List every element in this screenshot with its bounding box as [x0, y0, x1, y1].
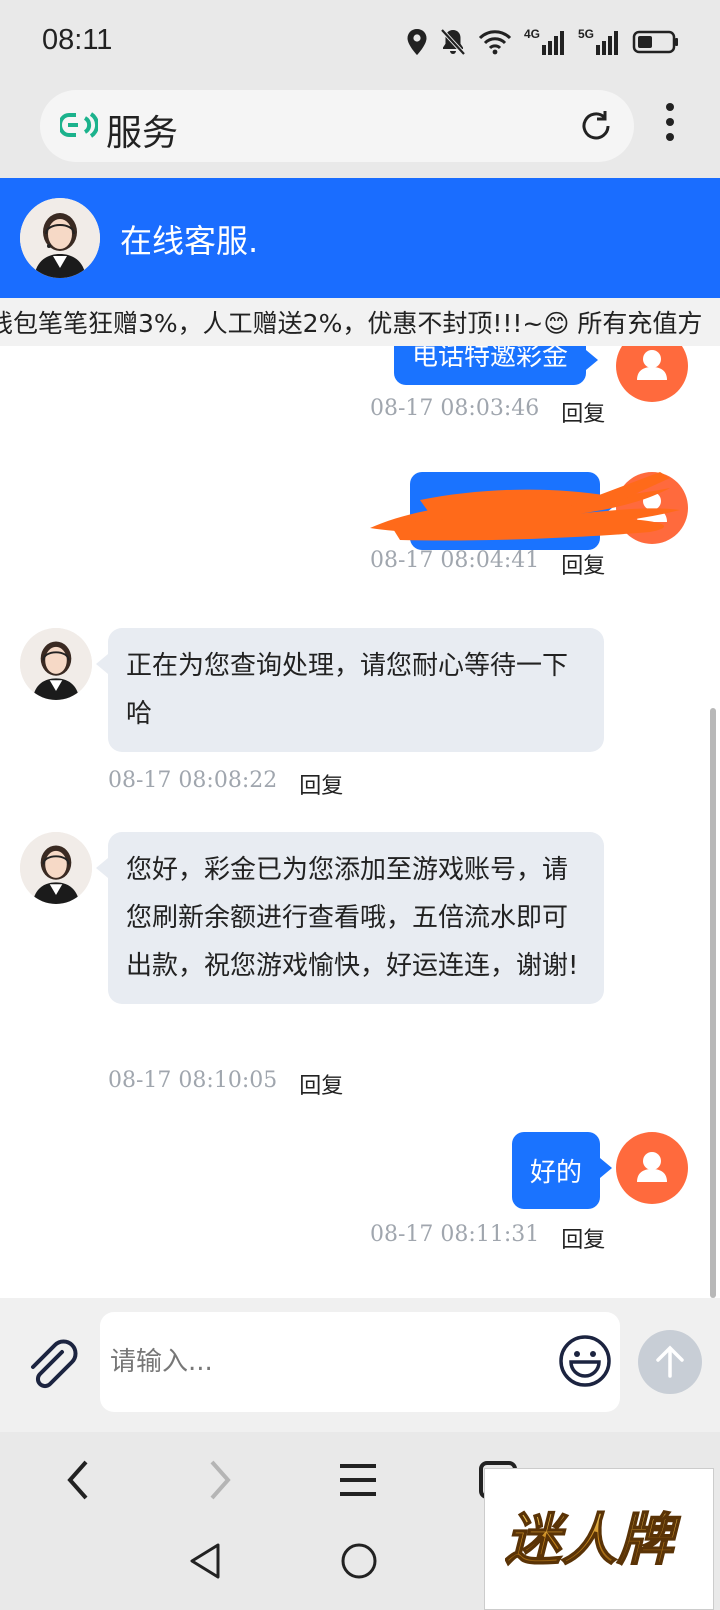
message-time: 08-17 08:03:46 — [370, 396, 540, 421]
message-time: 08-17 08:10:05 — [108, 1068, 278, 1093]
svg-text:迷人牌: 迷人牌 — [505, 1508, 681, 1573]
message-bubble-user: 电话特邀彩金 — [393, 346, 599, 385]
message-meta: 08-17 08:11:31 回复 — [370, 1222, 605, 1254]
send-button[interactable] — [638, 1330, 702, 1394]
site-icon — [60, 112, 98, 138]
message-bubble-agent: 您好，彩金已为您添加至游戏账号，请您刷新余额进行查看哦，五倍流水即可出款，祝您游… — [96, 832, 604, 1004]
browser-toolbar: 服务 — [0, 84, 720, 178]
reply-link[interactable]: 回复 — [561, 396, 605, 428]
watermark-logo: 迷人牌 — [484, 1468, 714, 1610]
reload-icon[interactable] — [578, 108, 614, 144]
more-menu-icon[interactable] — [664, 102, 676, 142]
message-meta: 08-17 08:04:41 回复 — [370, 548, 605, 580]
net-4g-label: 4G — [523, 27, 540, 41]
user-avatar — [616, 346, 688, 402]
message-meta: 08-17 08:08:22 回复 — [108, 768, 343, 800]
message-text: 电话特邀彩金 — [411, 346, 568, 372]
reply-link[interactable]: 回复 — [299, 768, 343, 800]
message-time: 08-17 08:04:41 — [370, 548, 540, 573]
user-avatar — [616, 1132, 688, 1204]
message-meta: 08-17 08:10:05 回复 — [108, 1068, 343, 1100]
status-bar: 08:11 4G 5G — [0, 0, 720, 84]
battery-icon — [632, 30, 678, 54]
status-icons: 4G 5G — [406, 24, 680, 60]
chat-header: 在线客服. — [0, 178, 720, 298]
redaction-scribble — [370, 472, 680, 541]
system-home-icon[interactable] — [340, 1542, 378, 1580]
bell-off-icon — [440, 28, 466, 56]
message-text: 正在为您查询处理，请您耐心等待一下哈 — [126, 651, 569, 729]
arrow-up-icon — [656, 1345, 684, 1378]
forward-arrow-icon[interactable] — [204, 1458, 236, 1502]
message-time: 08-17 08:11:31 — [370, 1222, 540, 1247]
message-input-box[interactable] — [100, 1312, 620, 1412]
watermark-logo-art: 迷人牌 — [505, 1507, 682, 1573]
chat-title: 在线客服. — [120, 222, 259, 260]
chat-messages[interactable]: 电话特邀彩金 08-17 08:03:46 回复 08-17 08:04:41 … — [0, 346, 720, 1298]
reply-link[interactable]: 回复 — [299, 1068, 343, 1100]
message-bubble-user: 好的 — [511, 1132, 613, 1209]
reply-link[interactable]: 回复 — [561, 1222, 605, 1254]
signal-4g-icon — [541, 31, 564, 55]
message-meta: 08-17 08:03:46 回复 — [370, 396, 605, 428]
chat-scrollbar[interactable] — [710, 708, 716, 1298]
back-arrow-icon[interactable] — [62, 1458, 94, 1502]
message-bubble-agent: 正在为您查询处理，请您耐心等待一下哈 — [96, 628, 604, 752]
emoji-icon[interactable] — [558, 1334, 612, 1388]
agent-avatar — [20, 628, 92, 700]
address-bar[interactable]: 服务 — [40, 90, 634, 162]
wifi-icon — [478, 30, 512, 55]
net-5g-label: 5G — [577, 27, 594, 41]
message-input[interactable] — [110, 1334, 530, 1390]
signal-5g-icon — [596, 31, 618, 55]
page-title: 服务 — [106, 113, 179, 154]
system-back-icon[interactable] — [188, 1542, 222, 1580]
message-text: 好的 — [529, 1158, 582, 1188]
status-time: 08:11 — [42, 24, 113, 56]
message-text: 您好，彩金已为您添加至游戏账号，请您刷新余额进行查看哦，五倍流水即可出款，祝您游… — [126, 855, 579, 981]
message-composer — [0, 1298, 720, 1432]
reply-link[interactable]: 回复 — [561, 548, 605, 580]
attachment-icon[interactable] — [24, 1338, 78, 1392]
agent-avatar — [20, 832, 92, 904]
location-icon — [407, 29, 427, 55]
menu-icon[interactable] — [338, 1462, 378, 1498]
agent-avatar — [20, 198, 100, 278]
marquee-text: 钱包笔笔狂赠3%，人工赠送2%，优惠不封顶!!!~😊 所有充值方 — [0, 309, 703, 338]
message-time: 08-17 08:08:22 — [108, 768, 278, 793]
marquee-notice: 钱包笔笔狂赠3%，人工赠送2%，优惠不封顶!!!~😊 所有充值方 — [0, 298, 720, 346]
